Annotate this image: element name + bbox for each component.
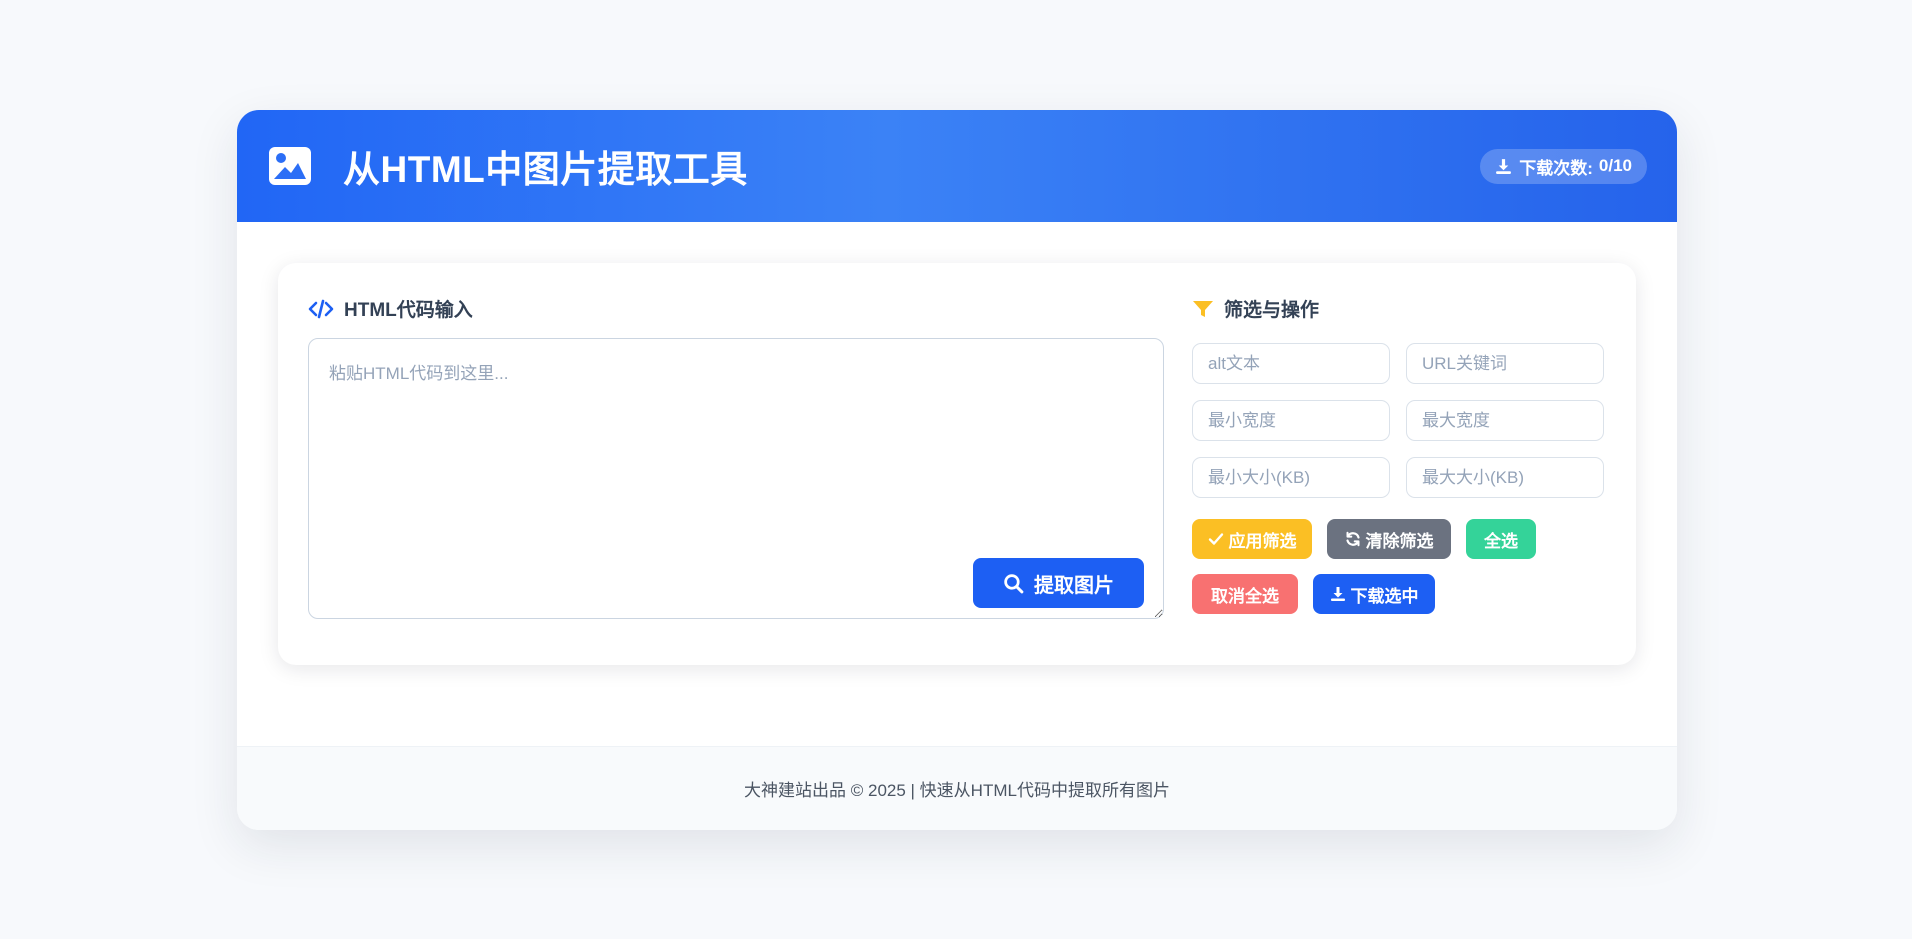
apply-filter-button[interactable]: 应用筛选 <box>1192 519 1312 559</box>
html-input-section-title: HTML代码输入 <box>308 295 473 322</box>
code-icon <box>308 299 334 318</box>
min-size-input[interactable] <box>1192 457 1390 498</box>
alt-text-input[interactable] <box>1192 343 1390 384</box>
refresh-icon <box>1345 531 1360 547</box>
deselect-all-label: 取消全选 <box>1211 586 1279 606</box>
max-size-input[interactable] <box>1406 457 1604 498</box>
clear-filter-label: 清除筛选 <box>1365 531 1434 551</box>
extract-images-button[interactable]: 提取图片 <box>973 558 1144 608</box>
html-input-wrapper: 提取图片 <box>308 338 1164 619</box>
footer-text: 大神建站出品 © 2025 | 快速从HTML代码中提取所有图片 <box>744 781 1170 800</box>
deselect-all-button[interactable]: 取消全选 <box>1192 574 1298 614</box>
action-row-1: 应用筛选 清除筛选 全选 <box>1192 519 1612 559</box>
html-input-title-text: HTML代码输入 <box>344 300 473 321</box>
select-all-button[interactable]: 全选 <box>1466 519 1536 559</box>
page-title: 从HTML中图片提取工具 <box>343 149 748 190</box>
header: 从HTML中图片提取工具 下载次数: 0/10 <box>237 110 1677 222</box>
filter-section-title: 筛选与操作 <box>1192 295 1319 322</box>
download-selected-button[interactable]: 下载选中 <box>1313 574 1435 614</box>
search-icon <box>1004 573 1024 593</box>
url-keyword-input[interactable] <box>1406 343 1604 384</box>
filter-title-text: 筛选与操作 <box>1224 300 1320 321</box>
main-card: HTML代码输入 提取图片 筛选与操作 <box>278 263 1636 665</box>
app-window: 从HTML中图片提取工具 下载次数: 0/10 HTML代码输入 粘贴HTML代… <box>237 110 1677 830</box>
action-row-2: 取消全选 下载选中 <box>1192 574 1612 614</box>
apply-filter-label: 应用筛选 <box>1228 531 1297 551</box>
download-selected-label: 下载选中 <box>1350 586 1419 606</box>
select-all-label: 全选 <box>1484 531 1518 551</box>
extract-images-label: 提取图片 <box>1034 574 1114 597</box>
footer: 大神建站出品 © 2025 | 快速从HTML代码中提取所有图片 <box>237 746 1677 830</box>
download-counter-label: 下载次数: <box>1519 158 1593 178</box>
max-width-input[interactable] <box>1406 400 1604 441</box>
download-icon <box>1496 158 1512 174</box>
image-icon <box>269 147 311 185</box>
download-counter-value: 0/10 <box>1598 156 1632 175</box>
action-buttons: 应用筛选 清除筛选 全选 取消全选 下载选中 <box>1192 519 1612 629</box>
min-width-input[interactable] <box>1192 400 1390 441</box>
clear-filter-button[interactable]: 清除筛选 <box>1327 519 1451 559</box>
filter-fields <box>1192 343 1604 498</box>
filter-icon <box>1193 300 1213 317</box>
download-counter-badge: 下载次数: 0/10 <box>1480 148 1647 184</box>
download-icon <box>1330 587 1345 601</box>
check-icon <box>1208 533 1223 545</box>
